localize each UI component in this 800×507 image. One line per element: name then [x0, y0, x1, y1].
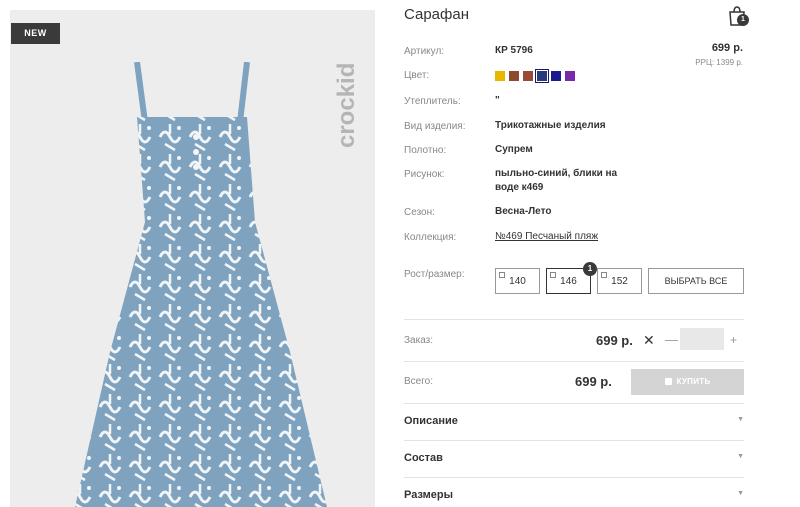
recommended-price: РРЦ: 1399 р. — [695, 58, 743, 67]
type-value: Трикотажные изделия — [495, 120, 606, 131]
chevron-down-icon: ▼ — [737, 416, 744, 423]
fabric-value: Супрем — [495, 144, 533, 155]
quantity-input[interactable] — [680, 328, 724, 350]
new-badge: NEW — [11, 23, 60, 44]
color-swatch-brown[interactable] — [509, 71, 519, 81]
buy-button[interactable]: КУПИТЬ — [631, 369, 744, 395]
size-options: 140 146 152 — [495, 268, 642, 294]
article-label: Артикул: — [404, 46, 445, 57]
size-option-label: 152 — [611, 276, 628, 287]
total-price: 699 р. — [575, 374, 612, 389]
accordion-description[interactable]: Описание ▼ — [404, 411, 744, 431]
insulation-value: " — [495, 95, 500, 106]
order-label: Заказ: — [404, 335, 434, 346]
chevron-down-icon: ▼ — [737, 453, 744, 460]
accordion-composition[interactable]: Состав ▼ — [404, 448, 744, 468]
chevron-down-icon: ▼ — [737, 490, 744, 497]
collection-label: Коллекция: — [404, 232, 457, 243]
color-swatch-rust[interactable] — [523, 71, 533, 81]
accordion-title: Размеры — [404, 489, 454, 501]
season-label: Сезон: — [404, 207, 435, 218]
cart-count-badge: 1 — [737, 14, 749, 26]
divider — [404, 440, 744, 441]
fabric-label: Полотно: — [404, 145, 447, 156]
divider — [404, 403, 744, 404]
remove-icon[interactable]: ✕ — [643, 332, 655, 349]
size-count-badge: 1 — [583, 262, 597, 276]
color-label: Цвет: — [404, 70, 430, 81]
color-swatch-purple[interactable] — [565, 71, 575, 81]
pattern-value-line1: пыльно-синий, блики на — [495, 168, 618, 179]
order-price: 699 р. — [596, 333, 633, 348]
size-option-152[interactable]: 152 — [597, 268, 642, 294]
size-label: Рост/размер: — [404, 269, 465, 280]
dress-image — [75, 62, 327, 507]
size-option-140[interactable]: 140 — [495, 268, 540, 294]
product-image-panel: NEW crockid — [10, 10, 375, 507]
checkbox-icon — [601, 272, 607, 278]
product-title: Сарафан — [404, 6, 469, 23]
accordion-title: Состав — [404, 452, 443, 464]
pattern-label: Рисунок: — [404, 169, 445, 180]
divider — [404, 477, 744, 478]
color-swatch-navy[interactable] — [551, 71, 561, 81]
divider — [404, 319, 744, 320]
insulation-label: Утеплитель: — [404, 96, 461, 107]
checkbox-icon — [550, 272, 556, 278]
decrease-quantity-button[interactable]: — — [665, 332, 678, 347]
size-option-label: 146 — [560, 276, 577, 287]
article-value: КР 5796 — [495, 45, 533, 56]
divider — [404, 361, 744, 362]
total-label: Всего: — [404, 376, 433, 387]
accordion-sizes[interactable]: Размеры ▼ — [404, 485, 744, 505]
brand-logo-text: crockid — [333, 63, 360, 148]
size-option-label: 140 — [509, 276, 526, 287]
checkbox-icon — [499, 272, 505, 278]
buy-button-label: КУПИТЬ — [676, 377, 711, 386]
collection-link[interactable]: №469 Песчаный пляж — [495, 230, 598, 244]
color-swatch-dusty-blue[interactable] — [535, 69, 549, 83]
color-swatch-yellow[interactable] — [495, 71, 505, 81]
shopping-bag-icon — [664, 378, 672, 385]
accordion-title: Описание — [404, 415, 458, 427]
increase-quantity-button[interactable]: + — [730, 333, 737, 347]
type-label: Вид изделия: — [404, 121, 466, 132]
product-price: 699 р. — [711, 42, 743, 54]
season-value: Весна-Лето — [495, 206, 552, 217]
color-swatches — [495, 69, 575, 83]
select-all-button[interactable]: ВЫБРАТЬ ВСЕ — [648, 268, 744, 294]
pattern-value-line2: воде к469 — [495, 182, 544, 193]
